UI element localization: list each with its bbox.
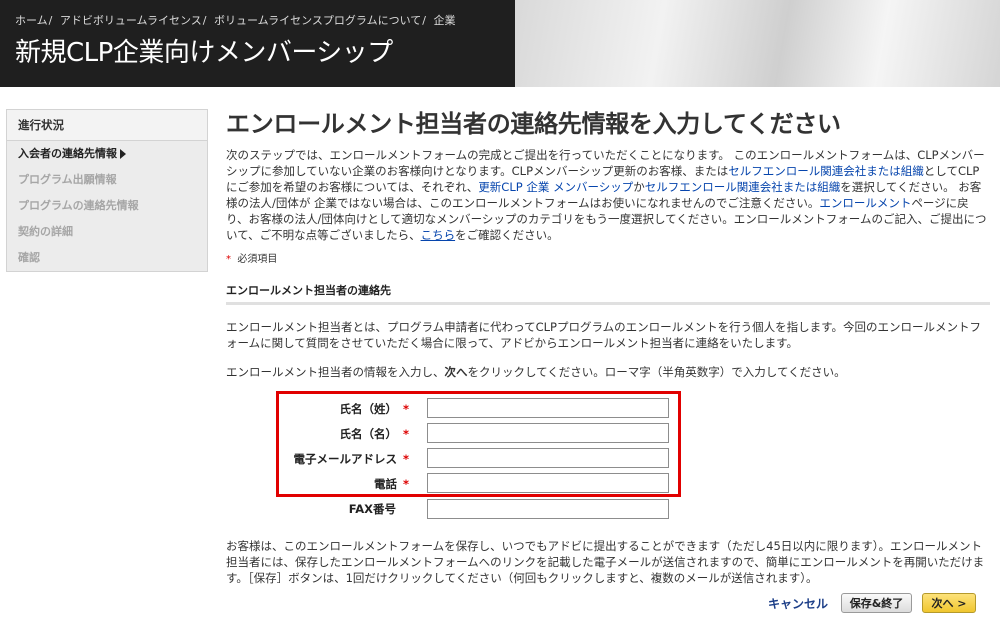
first-name-input[interactable]: [427, 423, 669, 443]
breadcrumb-home[interactable]: ホーム: [15, 14, 48, 27]
step-program-contact: プログラムの連絡先情報: [7, 198, 207, 224]
step-contract-details: 契約の詳細: [7, 224, 207, 250]
section-title: エンロールメント担当者の連絡先: [226, 284, 391, 297]
last-name-label: 氏名（姓） *: [339, 402, 409, 416]
breadcrumb-volume-licensing[interactable]: アドビボリュームライセンス: [60, 14, 202, 27]
step-label: プログラムの連絡先情報: [18, 199, 139, 212]
instruction-text: エンロールメント担当者の情報を入力し、次へをクリックしてください。ローマ字（半角…: [226, 365, 846, 379]
last-name-input[interactable]: [427, 398, 669, 418]
phone-input[interactable]: [427, 473, 669, 493]
cancel-button[interactable]: キャンセル: [768, 595, 828, 612]
self-enroll-affiliate-link-2[interactable]: セルフエンロール関連会社または組織: [645, 180, 841, 194]
main-title: エンロールメント担当者の連絡先情報を入力してください: [226, 110, 841, 138]
step-program-application: プログラム出願情報: [7, 172, 207, 198]
step-enroller-contact: 入会者の連絡先情報: [7, 146, 207, 172]
enroller-description: エンロールメント担当者とは、プログラム申請者に代わってCLPプログラムのエンロー…: [226, 320, 981, 350]
step-label: 契約の詳細: [18, 225, 73, 238]
phone-label: 電話 *: [373, 477, 409, 491]
step-label: 確認: [18, 251, 40, 264]
renewal-clp-link[interactable]: 更新CLP 企業 メンバーシップ: [478, 180, 633, 194]
page-header: ホーム/ アドビボリュームライセンス/ ボリュームライセンスプログラムについて/…: [0, 0, 1000, 87]
enrollment-page-link[interactable]: エンロールメント: [819, 196, 911, 210]
step-confirm: 確認: [7, 250, 207, 276]
sidebar-heading: 進行状況: [7, 110, 207, 141]
breadcrumb-enterprise: 企業: [433, 14, 456, 27]
step-label: 入会者の連絡先情報: [18, 147, 117, 160]
step-label: プログラム出願情報: [18, 173, 117, 186]
progress-steps: 入会者の連絡先情報 プログラム出願情報 プログラムの連絡先情報 契約の詳細 確認: [7, 141, 207, 276]
email-label: 電子メールアドレス *: [293, 452, 409, 466]
fax-input[interactable]: [427, 499, 669, 519]
breadcrumb-program-about[interactable]: ボリュームライセンスプログラムについて: [214, 14, 421, 27]
first-name-label: 氏名（名） *: [339, 427, 409, 441]
required-fields-note: * 必須項目: [226, 254, 278, 265]
email-input[interactable]: [427, 448, 669, 468]
current-step-arrow-icon: [120, 149, 126, 159]
section-divider: [226, 302, 990, 305]
save-info-text: お客様は、このエンロールメントフォームを保存し、いつでもアドビに提出することがで…: [226, 539, 985, 585]
breadcrumb: ホーム/ アドビボリュームライセンス/ ボリュームライセンスプログラムについて/…: [15, 14, 456, 27]
progress-sidebar: 進行状況 入会者の連絡先情報 プログラム出願情報 プログラムの連絡先情報 契約の…: [6, 109, 208, 272]
help-here-link[interactable]: こちら: [421, 228, 456, 242]
save-and-exit-button[interactable]: 保存&終了: [841, 593, 912, 613]
self-enroll-affiliate-link[interactable]: セルフエンロール関連会社または組織: [728, 164, 924, 178]
next-button[interactable]: 次へ >: [922, 593, 976, 613]
fax-label: FAX番号: [348, 502, 396, 516]
intro-text: 次のステップでは、エンロールメントフォームの完成とご提出を行っていただくことにな…: [226, 148, 987, 242]
page-title: 新規CLP企業向けメンバーシップ: [15, 38, 393, 68]
header-decoration: [515, 0, 1000, 87]
